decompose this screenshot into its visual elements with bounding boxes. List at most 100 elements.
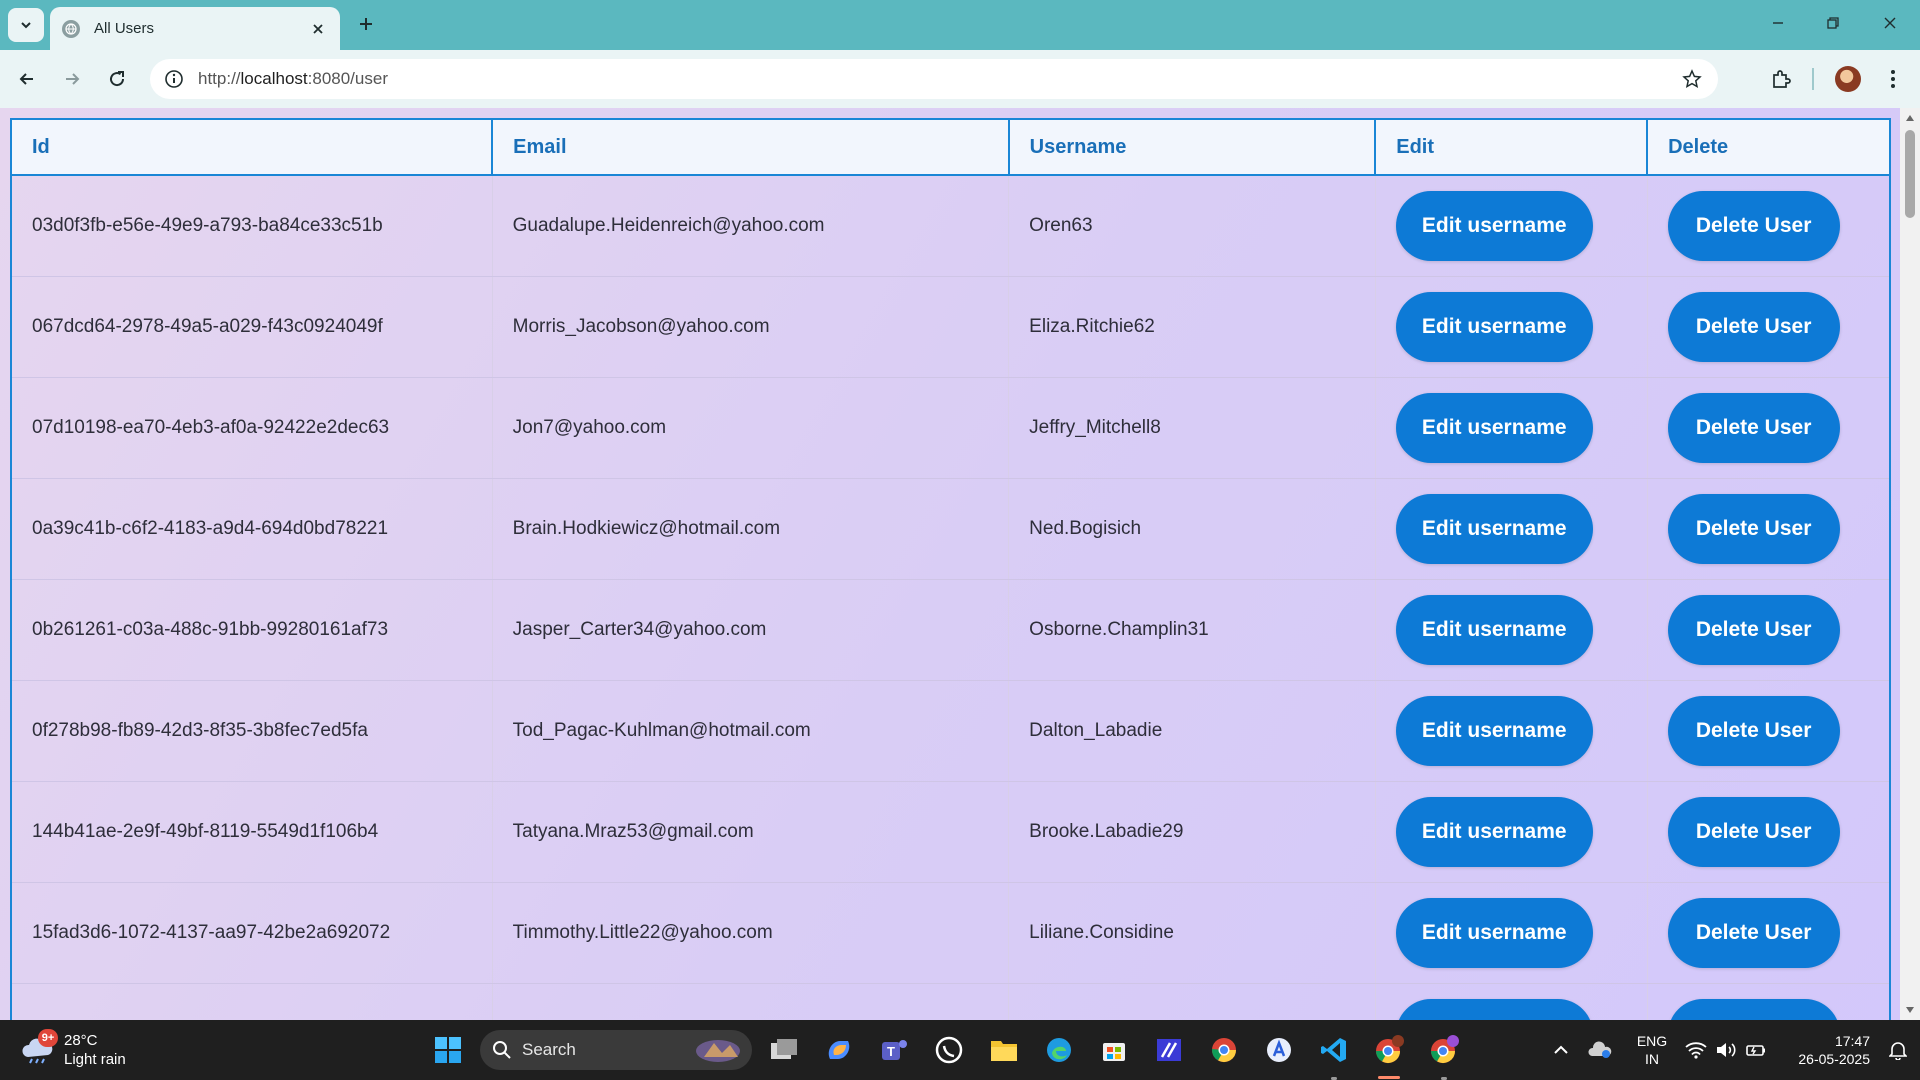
whatsapp-icon[interactable]: [929, 1030, 969, 1070]
clock[interactable]: 17:47 26-05-2025: [1778, 1032, 1870, 1068]
battery-icon[interactable]: [1738, 1030, 1774, 1070]
cell-edit: Edit username: [1375, 276, 1648, 378]
delete-user-button[interactable]: Delete User: [1667, 291, 1840, 362]
copilot-icon[interactable]: [819, 1030, 859, 1070]
region-text: IN: [1645, 1051, 1659, 1067]
teams-icon[interactable]: T: [874, 1030, 914, 1070]
cell-username: Eliza.Ritchie62: [1008, 276, 1376, 378]
cell-email: Brain.Hodkiewicz@hotmail.com: [492, 478, 1010, 580]
notification-bell-icon[interactable]: [1880, 1030, 1916, 1070]
search-highlight-icon: [696, 1040, 740, 1062]
table-row: 067dcd64-2978-49a5-a029-f43c0924049f Morr…: [11, 276, 1891, 378]
svg-text:T: T: [887, 1044, 895, 1059]
app-store-icon[interactable]: [1259, 1030, 1299, 1070]
edit-username-button[interactable]: Edit username: [1395, 392, 1593, 463]
cell-delete: Delete User: [1647, 478, 1891, 580]
address-bar[interactable]: http://localhost:8080/user: [150, 59, 1718, 99]
cell-edit: Edit username: [1375, 781, 1648, 883]
delete-user-button[interactable]: Delete User: [1667, 897, 1840, 968]
task-view-icon[interactable]: [764, 1030, 804, 1070]
back-button[interactable]: [10, 62, 44, 96]
file-explorer-icon[interactable]: [984, 1030, 1024, 1070]
table-row: 144b41ae-2e9f-49bf-8119-5549d1f106b4 Taty…: [11, 781, 1891, 883]
scroll-up-icon[interactable]: [1904, 112, 1916, 124]
cell-email: Tod_Pagac-Kuhlman@hotmail.com: [492, 680, 1010, 782]
bookmark-star-icon[interactable]: [1672, 59, 1712, 99]
page-scrollbar[interactable]: [1900, 108, 1920, 1020]
show-hidden-icons-chevron-up-icon[interactable]: [1543, 1030, 1579, 1070]
taskbar-search[interactable]: Search: [480, 1030, 752, 1070]
cell-delete: Delete User: [1647, 781, 1891, 883]
extensions-button[interactable]: [1764, 62, 1798, 96]
delete-user-button[interactable]: Delete User: [1667, 493, 1840, 564]
restore-button[interactable]: [1813, 8, 1853, 38]
cell-delete: Delete User: [1647, 680, 1891, 782]
edit-username-button[interactable]: Edit username: [1395, 190, 1593, 261]
edit-username-button[interactable]: Edit username: [1395, 998, 1593, 1020]
start-button[interactable]: [428, 1030, 468, 1070]
column-header-edit: Edit: [1374, 118, 1649, 176]
chrome-profile-icon[interactable]: [1424, 1030, 1464, 1070]
profile-button[interactable]: [1831, 62, 1865, 96]
delete-user-button[interactable]: Delete User: [1667, 190, 1840, 261]
close-window-button[interactable]: [1870, 8, 1910, 38]
cell-email: Jon7@yahoo.com: [492, 377, 1010, 479]
cell-email: Tatyana.Mraz53@gmail.com: [492, 781, 1010, 883]
table-row: 0b261261-c03a-488c-91bb-99280161af73 Jasp…: [11, 579, 1891, 681]
onedrive-icon[interactable]: [1582, 1030, 1618, 1070]
close-tab-icon[interactable]: [308, 19, 328, 39]
cell-username: Osborne.Champlin31: [1008, 579, 1376, 681]
users-table: Id Email Username Edit Delete 03d0f3fb-e…: [9, 118, 1891, 1020]
scroll-down-icon[interactable]: [1904, 1004, 1916, 1016]
cell-delete: Delete User: [1647, 276, 1891, 378]
url-host: localhost: [240, 69, 308, 88]
cell-edit: Edit username: [1375, 377, 1648, 479]
url-text[interactable]: http://localhost:8080/user: [198, 69, 1672, 89]
cell-username: Liliane.Considine: [1008, 882, 1376, 984]
delete-user-button[interactable]: Delete User: [1667, 594, 1840, 665]
minimize-icon: [1773, 22, 1783, 24]
reload-button[interactable]: [100, 62, 134, 96]
vscode-icon[interactable]: [1314, 1030, 1354, 1070]
puzzle-icon: [1773, 70, 1791, 88]
windows-logo-icon: [435, 1037, 461, 1063]
edge-icon[interactable]: [1039, 1030, 1079, 1070]
weather-widget[interactable]: 9+ 28°C Light rain: [20, 1028, 126, 1072]
cell-delete: Delete User: [1647, 882, 1891, 984]
edit-username-button[interactable]: Edit username: [1395, 695, 1593, 766]
search-icon: [493, 1041, 511, 1059]
edit-username-button[interactable]: Edit username: [1395, 594, 1593, 665]
scroll-thumb[interactable]: [1905, 130, 1915, 218]
microsoft-store-icon[interactable]: [1094, 1030, 1134, 1070]
delete-user-button[interactable]: Delete User: [1667, 392, 1840, 463]
edit-username-button[interactable]: Edit username: [1395, 796, 1593, 867]
delete-user-button[interactable]: Delete User: [1667, 695, 1840, 766]
browser-menu-button[interactable]: [1876, 62, 1910, 96]
new-tab-button[interactable]: [352, 10, 380, 38]
cell-id: 0b261261-c03a-488c-91bb-99280161af73: [11, 579, 493, 681]
site-info-icon[interactable]: [154, 59, 194, 99]
column-header-delete: Delete: [1646, 118, 1891, 176]
language-indicator[interactable]: ENG IN: [1632, 1032, 1672, 1068]
cell-id: 03d0f3fb-e56e-49e9-a793-ba84ce33c51b: [11, 175, 493, 277]
minimize-button[interactable]: [1758, 8, 1798, 38]
cell-id: 07d10198-ea70-4eb3-af0a-92422e2dec63: [11, 377, 493, 479]
weather-badge: 9+: [38, 1029, 58, 1047]
table-row: 0a39c41b-c6f2-4183-a9d4-694d0bd78221 Brai…: [11, 478, 1891, 580]
browser-tab-active[interactable]: All Users: [50, 7, 340, 50]
forward-button[interactable]: [55, 62, 89, 96]
chrome-profile-active-icon[interactable]: [1369, 1030, 1409, 1070]
rain-cloud-icon: 9+: [20, 1029, 58, 1065]
edit-username-button[interactable]: Edit username: [1395, 897, 1593, 968]
cell-username: Ned.Bogisich: [1008, 478, 1376, 580]
cell-delete: Delete User: [1647, 983, 1891, 1020]
active-app-indicator: [1378, 1076, 1400, 1079]
tab-search-button[interactable]: [8, 8, 44, 42]
power-automate-icon[interactable]: [1149, 1030, 1189, 1070]
cell-email: Timmothy.Little22@yahoo.com: [492, 882, 1010, 984]
delete-user-button[interactable]: Delete User: [1667, 998, 1840, 1020]
edit-username-button[interactable]: Edit username: [1395, 493, 1593, 564]
chrome-icon[interactable]: [1204, 1030, 1244, 1070]
delete-user-button[interactable]: Delete User: [1667, 796, 1840, 867]
edit-username-button[interactable]: Edit username: [1395, 291, 1593, 362]
